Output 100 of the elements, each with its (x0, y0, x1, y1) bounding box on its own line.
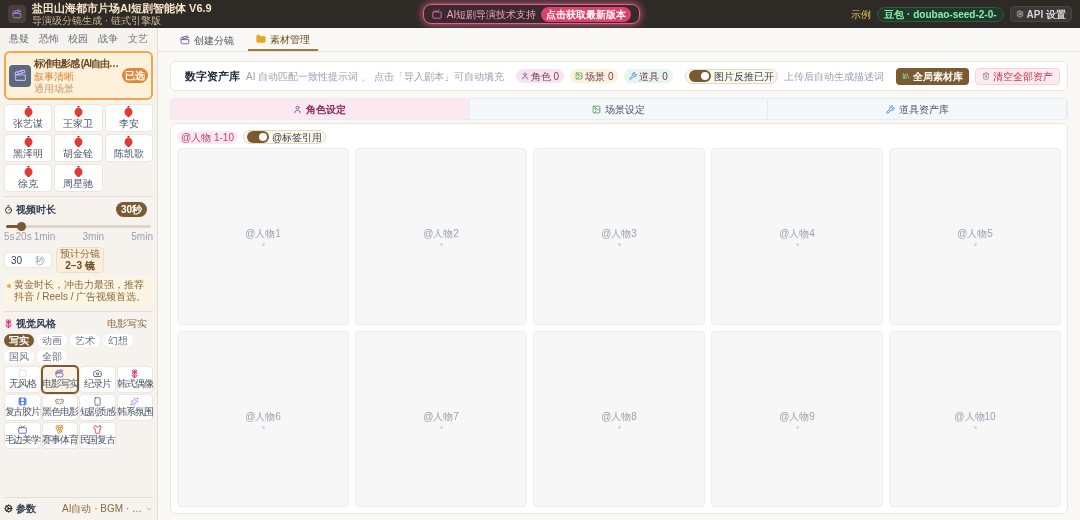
genre-tab[interactable]: 悬疑 (8, 31, 29, 46)
style-card[interactable]: 黑色电影 (41, 394, 78, 421)
estimate-label: 预计分镜 (60, 248, 100, 260)
filter-chip[interactable]: 国风 (4, 350, 34, 363)
style-icon (17, 369, 27, 378)
director-card[interactable]: 陈凯歌 (104, 134, 153, 162)
count-chip: 道具 0 (624, 69, 673, 83)
clapperboard-icon (180, 35, 190, 45)
style-icon (92, 369, 102, 378)
trash-icon (981, 72, 990, 80)
filter-chip[interactable]: 动画 (37, 334, 67, 347)
director-card[interactable]: 周星驰 (54, 164, 103, 192)
style-card[interactable]: 民国复古 (79, 422, 116, 449)
slot-label: @人物3 (601, 227, 637, 242)
style-card[interactable]: 无风格 (4, 366, 41, 393)
style-card[interactable]: 短剧质感 (79, 394, 116, 421)
clear-assets-button[interactable]: 清空全部资产 (974, 67, 1060, 85)
count-chip: 场景 0 (570, 69, 619, 83)
tip-text: 黄金时长，冲击力最强，推荐抖音 / Reels / 广告视频首选。 (14, 279, 148, 303)
main-tab[interactable]: 素材管理 (248, 29, 318, 51)
style-card[interactable]: 赛事体育 (41, 422, 78, 449)
main-tab[interactable]: 创建分镜 (172, 29, 242, 51)
asset-tab[interactable]: 场景设定 (469, 99, 769, 119)
style-icon (92, 397, 102, 406)
asset-tab[interactable]: 角色设定 (171, 99, 470, 119)
slot-label: @人物6 (245, 409, 281, 424)
filter-chip[interactable]: 全部 (37, 350, 67, 363)
asset-tab[interactable]: 道具资产库 (768, 99, 1067, 119)
params-summary: AI自动 · BGM · … (62, 502, 142, 516)
api-settings-button[interactable]: API 设置 (1009, 6, 1072, 22)
filter-chip[interactable]: 写实 (4, 334, 34, 347)
settings-icon (4, 504, 13, 513)
filter-chip[interactable]: 幻想 (103, 334, 133, 347)
person-icon (520, 72, 529, 80)
director-card[interactable]: 张艺谋 (4, 104, 53, 132)
genre-tab[interactable]: 文艺 (128, 31, 149, 46)
style-icon (130, 397, 140, 406)
style-card[interactable]: 复古胶片 (4, 394, 41, 421)
style-icon (17, 425, 27, 434)
tag-toggle[interactable]: @标签引用 (242, 130, 327, 144)
slot-label: @人物5 (957, 227, 993, 242)
slot-label: @人物1 (245, 227, 281, 242)
style-icon (17, 397, 27, 406)
director-card[interactable]: 王家卫 (54, 104, 103, 132)
section-title: 参数 (16, 502, 36, 516)
style-card[interactable]: 韩系氛围 (116, 394, 153, 421)
duration-input[interactable]: 30 秒 (4, 252, 52, 268)
person-icon (293, 104, 303, 114)
director-card[interactable]: 李安 (104, 104, 153, 132)
example-label: 示例 (851, 7, 872, 22)
director-card[interactable]: 黑泽明 (4, 134, 53, 162)
section-title: 视频时长 (16, 203, 56, 217)
lantern-icon (74, 166, 83, 177)
clapperboard-icon (9, 64, 31, 87)
slot-label: @人物4 (779, 227, 815, 242)
preset-subtitle: 叙事清晰 (34, 71, 75, 83)
genre-tab[interactable]: 校园 (68, 31, 89, 46)
style-card[interactable]: 纪录片 (79, 366, 116, 393)
slider-track[interactable] (6, 225, 151, 228)
get-latest-button[interactable]: 点击获取最新版本 (541, 6, 632, 22)
preset-card[interactable]: 标准电影感 (AI自由… 叙事清晰 通用场景 已选 (4, 51, 153, 100)
image-icon (592, 104, 601, 114)
tick-label: 5min (131, 231, 153, 243)
global-library-button[interactable]: 全局素材库 (895, 67, 969, 85)
genre-tab[interactable]: 战争 (98, 31, 119, 46)
model-chip[interactable]: 豆包 · doubao-seed-2-0- (877, 6, 1004, 22)
promo-text: AI短剧导演技术支持 (446, 7, 537, 22)
style-icon (55, 397, 65, 406)
lantern-icon (23, 136, 33, 147)
timer-icon (4, 205, 13, 214)
filter-chip[interactable]: 艺术 (70, 334, 100, 347)
style-icon (55, 425, 65, 434)
genre-tab[interactable]: 恐怖 (38, 31, 59, 46)
current-style: 电影写实 (107, 317, 147, 331)
app-subtitle: 导演级分镜生成 · 链式引擎版 (32, 15, 162, 26)
director-card[interactable]: 胡金铨 (54, 134, 103, 162)
toggle-switch[interactable] (246, 131, 269, 143)
slider-thumb[interactable] (16, 222, 26, 231)
library-title: 数字资产库 (185, 68, 240, 84)
tick-label: 20s (15, 231, 32, 243)
slot-label: @人物8 (601, 409, 637, 424)
section-title: 视觉风格 (16, 317, 56, 331)
preset-tag: 通用场景 (34, 83, 119, 95)
director-card[interactable]: 徐克 (4, 164, 53, 192)
style-icon (55, 369, 65, 378)
duration-badge: 30秒 (115, 202, 147, 217)
slot-label: @人物9 (779, 409, 815, 424)
slot-label: @人物2 (423, 227, 459, 242)
toggle-hint: 上传后自动生成描述词 (783, 69, 884, 84)
flower-icon (4, 319, 13, 328)
clapperboard-icon (8, 5, 26, 23)
style-card[interactable]: 毛边美学 (4, 422, 41, 449)
style-card[interactable]: 韩式偶像 (116, 366, 153, 393)
tv-icon (431, 9, 442, 19)
slot-label: @人物10 (954, 409, 996, 424)
lantern-icon (23, 106, 33, 117)
books-icon (901, 72, 910, 80)
toggle-switch[interactable] (688, 70, 711, 82)
folder-icon (256, 34, 266, 44)
reverse-toggle[interactable]: 图片反推已开 (684, 68, 778, 84)
